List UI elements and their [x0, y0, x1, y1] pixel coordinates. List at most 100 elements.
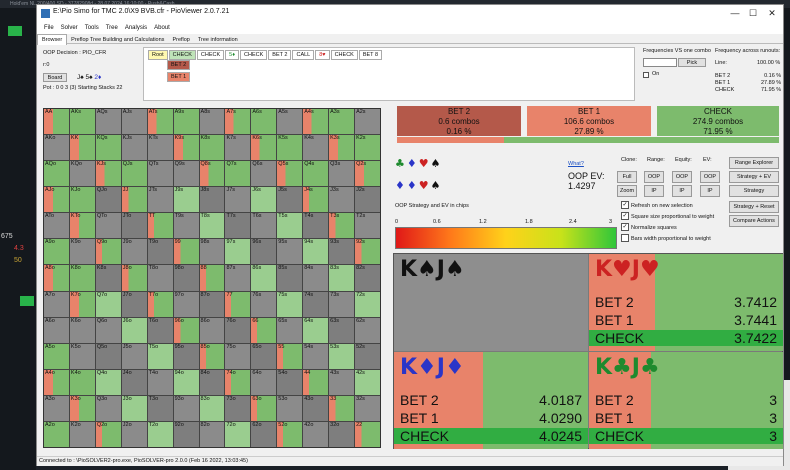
- hand-cell[interactable]: 88: [199, 265, 225, 291]
- hand-cell[interactable]: 94o: [173, 369, 199, 395]
- suit-filter-row1[interactable]: ♣♦♥♠: [395, 157, 443, 170]
- hand-cell[interactable]: 64o: [251, 369, 277, 395]
- tree-node-check[interactable]: CHECK: [240, 50, 268, 60]
- hand-cell[interactable]: A9o: [44, 239, 69, 265]
- hand-cell[interactable]: 74o: [225, 369, 251, 395]
- hand-cell[interactable]: QJo: [95, 187, 121, 213]
- hand-cell[interactable]: 54s: [303, 343, 329, 369]
- hand-cell[interactable]: JJ: [121, 187, 147, 213]
- pick-button[interactable]: Pick: [678, 58, 706, 67]
- hand-cell[interactable]: 97s: [225, 239, 251, 265]
- equity-ip-button[interactable]: IP: [672, 185, 692, 197]
- hand-cell[interactable]: KTs: [147, 135, 173, 161]
- hand-cell[interactable]: A7s: [225, 109, 251, 135]
- spade-icon[interactable]: ♠: [431, 179, 443, 192]
- hand-cell[interactable]: AJs: [121, 109, 147, 135]
- hand-cell[interactable]: AA: [44, 109, 69, 135]
- hand-cell[interactable]: 22: [355, 421, 380, 447]
- tab-tree-information[interactable]: Tree information: [194, 35, 242, 45]
- hand-cell[interactable]: J4s: [303, 187, 329, 213]
- club-icon[interactable]: ♣: [395, 157, 407, 170]
- hand-cell[interactable]: 85o: [199, 343, 225, 369]
- hand-cell[interactable]: 74s: [303, 291, 329, 317]
- combo-card-diamonds[interactable]: K♦J♦ BET 2 4.0187 BET 1 4.0290 CHECK 4.0245: [394, 352, 588, 449]
- hand-cell[interactable]: Q5s: [277, 161, 303, 187]
- hand-cell[interactable]: T3s: [329, 213, 355, 239]
- hand-cell[interactable]: 82o: [199, 421, 225, 447]
- hand-cell[interactable]: KQo: [69, 161, 95, 187]
- hand-cell[interactable]: KQs: [95, 135, 121, 161]
- combo-card-spades[interactable]: K♠J♠: [394, 254, 588, 351]
- hand-cell[interactable]: A6s: [251, 109, 277, 135]
- hand-cell[interactable]: 76o: [225, 317, 251, 343]
- hand-cell[interactable]: K8s: [199, 135, 225, 161]
- range-explorer-button[interactable]: Range Explorer: [729, 157, 779, 169]
- tree-node-check[interactable]: CHECK: [330, 50, 358, 60]
- equity-oop-button[interactable]: OOP: [672, 171, 692, 183]
- hand-cell[interactable]: QJs: [121, 161, 147, 187]
- hand-cell[interactable]: Q7s: [225, 161, 251, 187]
- hand-cell[interactable]: 62s: [355, 317, 380, 343]
- menu-analysis[interactable]: Analysis: [125, 23, 147, 34]
- hand-cell[interactable]: 52o: [277, 421, 303, 447]
- hand-cell[interactable]: Q8s: [199, 161, 225, 187]
- hand-cell[interactable]: 42o: [303, 421, 329, 447]
- hand-cell[interactable]: 65s: [277, 317, 303, 343]
- hand-cell[interactable]: 96o: [173, 317, 199, 343]
- hand-cell[interactable]: 95s: [277, 239, 303, 265]
- tree-node-check[interactable]: CHECK: [168, 50, 196, 60]
- hand-cell[interactable]: T6s: [251, 213, 277, 239]
- tree-node-card[interactable]: 5♦: [225, 50, 240, 60]
- hand-cell[interactable]: 86s: [251, 265, 277, 291]
- hand-cell[interactable]: AKo: [44, 135, 69, 161]
- hand-cell[interactable]: A5o: [44, 343, 69, 369]
- hand-cell[interactable]: J7s: [225, 187, 251, 213]
- hand-cell[interactable]: 43s: [329, 369, 355, 395]
- hand-cell[interactable]: K5s: [277, 135, 303, 161]
- hand-cell[interactable]: Q9o: [95, 239, 121, 265]
- hand-cell[interactable]: 53s: [329, 343, 355, 369]
- hand-cell[interactable]: J9s: [173, 187, 199, 213]
- ev-ip-button[interactable]: IP: [700, 185, 720, 197]
- tree-node-card[interactable]: 8♥: [315, 50, 330, 60]
- board-button[interactable]: Board: [43, 73, 67, 82]
- hand-cell[interactable]: K3o: [69, 395, 95, 421]
- heart-icon[interactable]: ♥: [419, 157, 431, 170]
- hand-cell[interactable]: K7s: [225, 135, 251, 161]
- hand-cell[interactable]: 52s: [355, 343, 380, 369]
- hand-cell[interactable]: 93o: [173, 395, 199, 421]
- strategy-box-check[interactable]: CHECK 274.9 combos 71.95 %: [657, 106, 779, 136]
- menu-file[interactable]: File: [44, 23, 54, 34]
- hand-cell[interactable]: 72o: [225, 421, 251, 447]
- diamond-icon[interactable]: ♦: [395, 179, 407, 192]
- hand-cell[interactable]: JTo: [121, 213, 147, 239]
- hand-cell[interactable]: Q3o: [95, 395, 121, 421]
- hand-cell[interactable]: 85s: [277, 265, 303, 291]
- hand-cell[interactable]: QTo: [95, 213, 121, 239]
- full-button[interactable]: Full: [617, 171, 637, 183]
- hand-cell[interactable]: T8o: [147, 265, 173, 291]
- hand-cell[interactable]: T8s: [199, 213, 225, 239]
- hand-cell[interactable]: 33: [329, 395, 355, 421]
- checkbox-row[interactable]: Bars width proportional to weight: [621, 234, 714, 245]
- hand-cell[interactable]: TT: [147, 213, 173, 239]
- hand-cell[interactable]: K2s: [355, 135, 380, 161]
- hand-cell[interactable]: J8s: [199, 187, 225, 213]
- hand-cell[interactable]: 32s: [355, 395, 380, 421]
- hand-cell[interactable]: A4o: [44, 369, 69, 395]
- hand-cell[interactable]: A8s: [199, 109, 225, 135]
- hand-cell[interactable]: J7o: [121, 291, 147, 317]
- hand-cell[interactable]: K6o: [69, 317, 95, 343]
- menu-solver[interactable]: Solver: [61, 23, 78, 34]
- hand-cell[interactable]: T7o: [147, 291, 173, 317]
- hand-cell[interactable]: 54o: [277, 369, 303, 395]
- hand-cell[interactable]: 53o: [277, 395, 303, 421]
- hand-cell[interactable]: A5s: [277, 109, 303, 135]
- hand-cell[interactable]: T7s: [225, 213, 251, 239]
- hand-cell[interactable]: Q2s: [355, 161, 380, 187]
- zoom-button[interactable]: Zoom: [617, 185, 637, 197]
- checkbox-row[interactable]: ✓ Normalize squares: [621, 223, 714, 234]
- tree-node-bet8[interactable]: BET 8: [358, 50, 383, 60]
- hand-cell[interactable]: 87o: [199, 291, 225, 317]
- minimize-button[interactable]: —: [727, 7, 743, 20]
